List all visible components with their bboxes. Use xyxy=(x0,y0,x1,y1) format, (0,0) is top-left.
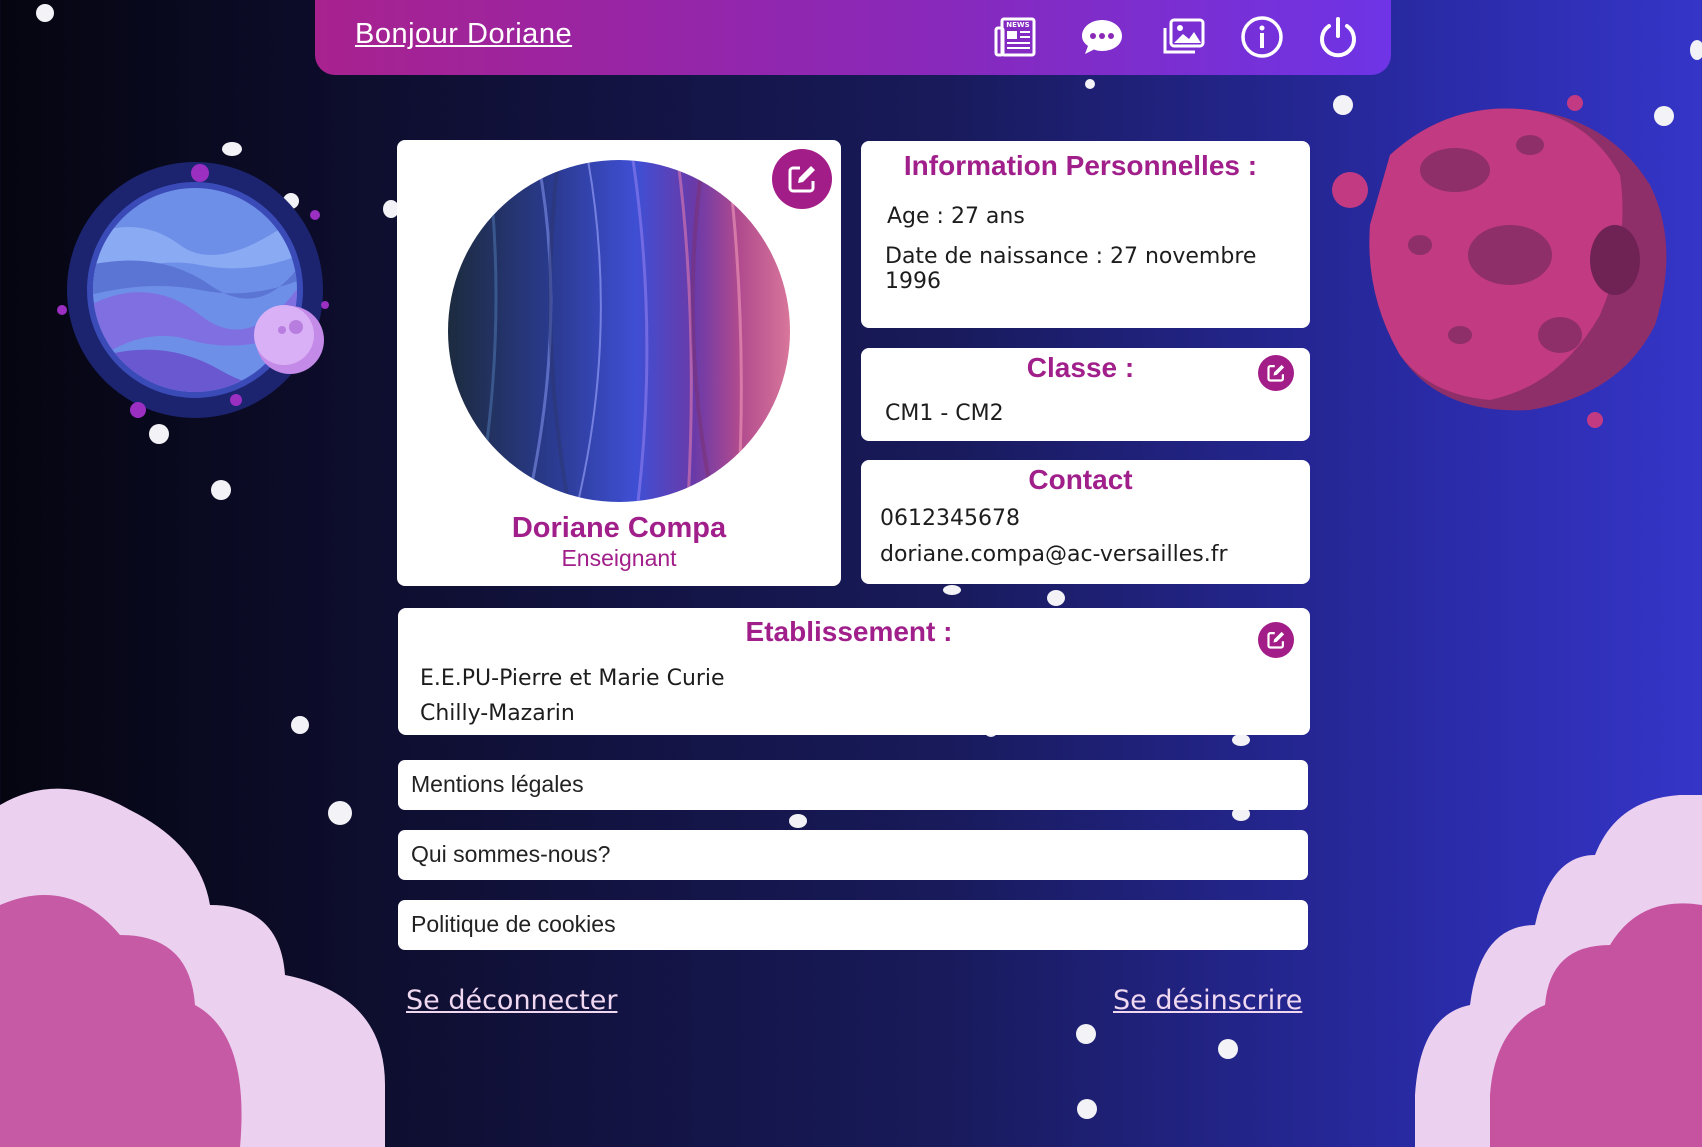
edit-classe-button[interactable] xyxy=(1258,355,1294,391)
info-icon[interactable] xyxy=(1239,14,1285,60)
age-text: Age : 27 ans xyxy=(887,204,1025,229)
edit-icon xyxy=(1267,631,1285,649)
etablissement-name: E.E.PU-Pierre et Marie Curie xyxy=(420,666,725,691)
edit-icon xyxy=(788,166,815,193)
news-icon[interactable]: NEWS xyxy=(993,14,1039,60)
chat-icon[interactable] xyxy=(1079,14,1125,60)
profile-card: Doriane Compa Enseignant xyxy=(397,140,841,586)
profile-name: Doriane Compa xyxy=(511,512,727,544)
asteroid-illustration xyxy=(1332,95,1667,428)
planet-illustration xyxy=(57,162,329,418)
phone-text: 0612345678 xyxy=(880,506,1020,531)
etablissement-card: Etablissement : E.E.PU-Pierre et Marie C… xyxy=(398,608,1310,735)
etablissement-title: Etablissement : xyxy=(745,616,953,647)
unsubscribe-link[interactable]: Se désinscrire xyxy=(1113,985,1302,1016)
logout-link[interactable]: Se déconnecter xyxy=(406,985,617,1016)
classe-value: CM1 - CM2 xyxy=(885,401,1004,426)
birthdate-text: Date de naissance : 27 novembre 1996 xyxy=(885,244,1257,294)
power-icon[interactable] xyxy=(1315,14,1361,60)
profile-photo xyxy=(448,160,790,502)
contact-card: Contact 0612345678 doriane.compa@ac-vers… xyxy=(861,460,1310,584)
personal-info-title: Information Personnelles : xyxy=(903,150,1258,181)
menu-item-label: Politique de cookies xyxy=(411,911,616,937)
cloud-left-decoration xyxy=(0,788,385,1147)
classe-card: Classe : CM1 - CM2 xyxy=(861,348,1310,441)
cloud-right-decoration xyxy=(1415,795,1702,1147)
contact-title: Contact xyxy=(1028,464,1133,495)
edit-icon xyxy=(1267,364,1285,382)
edit-etablissement-button[interactable] xyxy=(1258,622,1294,658)
classe-title: Classe : xyxy=(1026,352,1135,383)
menu-item-label: Qui sommes-nous? xyxy=(411,841,611,867)
menu-item-politique-cookies[interactable]: Politique de cookies xyxy=(398,900,1308,950)
email-text: doriane.compa@ac-versailles.fr xyxy=(880,542,1228,567)
greeting-link[interactable]: Bonjour Doriane xyxy=(355,18,572,51)
top-navigation-bar: Bonjour Doriane NEWS xyxy=(315,0,1391,75)
menu-item-qui-sommes-nous[interactable]: Qui sommes-nous? xyxy=(398,830,1308,880)
etablissement-city: Chilly-Mazarin xyxy=(420,701,575,726)
svg-text:NEWS: NEWS xyxy=(1006,21,1029,29)
profile-role: Enseignant xyxy=(561,545,677,571)
edit-profile-photo-button[interactable] xyxy=(772,149,832,209)
menu-item-label: Mentions légales xyxy=(411,771,584,797)
gallery-icon[interactable] xyxy=(1161,14,1207,60)
personal-info-card: Information Personnelles : Age : 27 ans … xyxy=(861,141,1310,328)
menu-item-mentions-legales[interactable]: Mentions légales xyxy=(398,760,1308,810)
